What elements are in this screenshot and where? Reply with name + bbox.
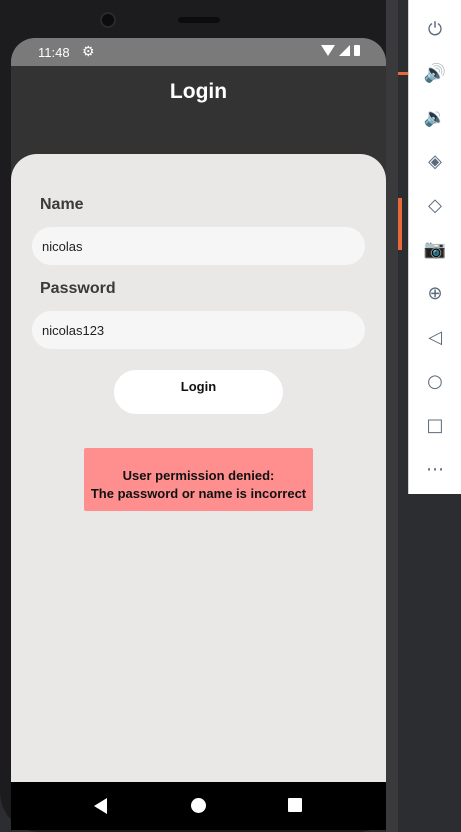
gear-icon: ⚙ bbox=[82, 43, 95, 59]
status-icons bbox=[321, 45, 360, 56]
front-camera bbox=[100, 12, 116, 28]
accent-line bbox=[398, 72, 408, 75]
signal-icon bbox=[339, 45, 350, 56]
page-title: Login bbox=[169, 80, 228, 103]
zoom-icon[interactable]: ⊕ bbox=[422, 280, 448, 306]
name-input[interactable] bbox=[32, 227, 365, 265]
wifi-icon bbox=[321, 45, 335, 56]
app-bar: Login bbox=[11, 66, 386, 154]
phone-frame: 11:48 ⚙ Login Name Password Login User bbox=[0, 0, 398, 832]
status-time: 11:48 bbox=[38, 45, 70, 60]
volume-up-icon[interactable]: 🔊 bbox=[422, 60, 448, 86]
password-input[interactable] bbox=[32, 311, 365, 349]
camera-icon[interactable]: 📷 bbox=[422, 236, 448, 262]
emulator-window: 11:48 ⚙ Login Name Password Login User bbox=[0, 0, 461, 832]
accent-bar bbox=[398, 198, 402, 250]
status-bar: 11:48 ⚙ bbox=[11, 38, 386, 66]
back-icon[interactable]: ◁ bbox=[422, 324, 448, 350]
earpiece-speaker bbox=[178, 17, 220, 23]
more-icon[interactable]: ⋯ bbox=[422, 456, 448, 482]
power-icon[interactable]: ⏻ bbox=[422, 16, 448, 42]
battery-icon bbox=[354, 45, 360, 56]
name-label: Name bbox=[40, 196, 84, 213]
login-card: Name Password Login User permission deni… bbox=[11, 154, 386, 782]
home-icon[interactable]: ○ bbox=[422, 368, 448, 394]
volume-down-icon[interactable]: 🔉 bbox=[422, 104, 448, 130]
password-label: Password bbox=[40, 280, 116, 297]
error-message: User permission denied: The password or … bbox=[84, 448, 313, 511]
phone-edge bbox=[386, 0, 398, 832]
emulator-toolbar: ⏻ 🔊 🔉 ◈ ◇ 📷 ⊕ ◁ ○ □ ⋯ bbox=[408, 0, 461, 494]
error-line-2: The password or name is incorrect bbox=[90, 486, 307, 501]
recents-icon[interactable] bbox=[288, 798, 302, 812]
overview-icon[interactable]: □ bbox=[422, 412, 448, 438]
home-icon[interactable] bbox=[191, 798, 206, 813]
back-icon[interactable] bbox=[94, 798, 107, 814]
background-strip bbox=[398, 0, 408, 832]
error-line-1: User permission denied: bbox=[122, 468, 275, 483]
rotate-right-icon[interactable]: ◇ bbox=[422, 192, 448, 218]
navigation-bar bbox=[11, 782, 386, 830]
login-button[interactable]: Login bbox=[114, 370, 283, 414]
phone-screen: 11:48 ⚙ Login Name Password Login User bbox=[11, 38, 386, 782]
rotate-left-icon[interactable]: ◈ bbox=[422, 148, 448, 174]
